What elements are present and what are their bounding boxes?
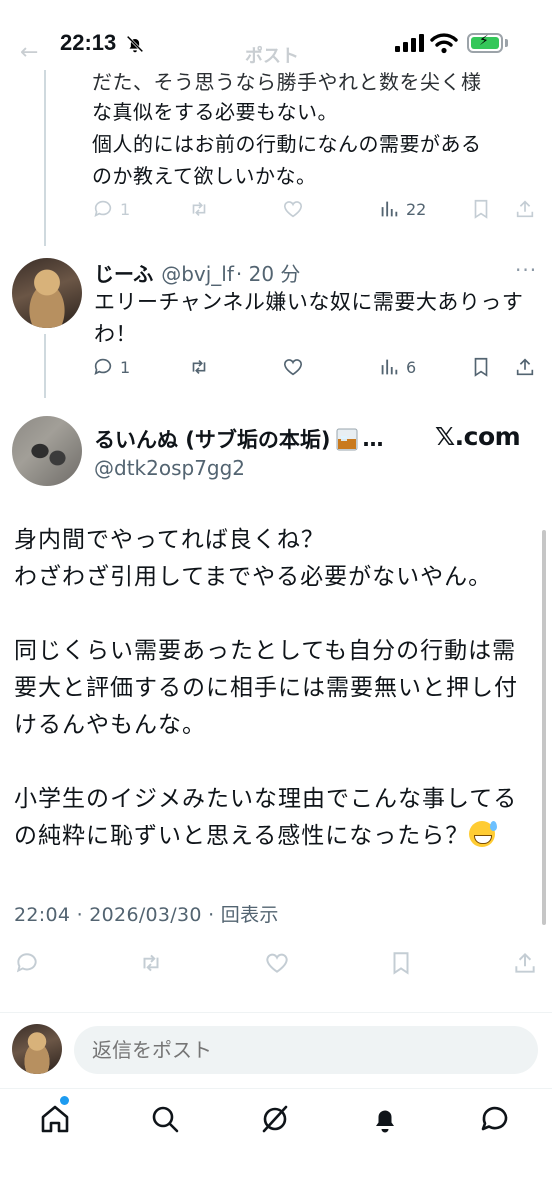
post-time: · 20 分 (235, 262, 301, 286)
share-icon (516, 200, 534, 218)
parent-tweet-line-0: だた、そう思うなら勝手やれと数を尖く様 (92, 70, 482, 94)
reply-tweet-header: じーふ @bvj_lf · 20 分 (94, 258, 300, 287)
parent-tweet-line-1: な真似をする必要もない。 (92, 100, 338, 124)
reply-icon (16, 953, 37, 973)
bookmark-button[interactable] (470, 198, 492, 220)
main-tweet-line: の純粋に恥ずいと思える感性になったら？ (14, 823, 470, 849)
grinning-sweat-emoji-icon (469, 821, 498, 847)
views-chart-icon (381, 201, 398, 217)
user-handle[interactable]: @bvj_lf (161, 262, 234, 286)
reply-icon (94, 358, 112, 375)
share-button[interactable] (514, 198, 536, 220)
bookmark-button[interactable] (470, 356, 492, 378)
user-handle[interactable]: @dtk2osp7gg2 (94, 456, 245, 480)
header-title: ポスト (245, 46, 299, 67)
heart-icon (283, 359, 303, 376)
reply-button[interactable]: 1 (92, 356, 130, 378)
name-ellipsis: … (362, 427, 384, 451)
reply-icon (94, 200, 112, 217)
like-button[interactable] (264, 950, 290, 976)
tab-messages[interactable] (478, 1102, 512, 1136)
tab-notifications[interactable] (368, 1102, 402, 1136)
main-tweet-line: 同じくらい需要あったとしても自分の行動は需 (14, 638, 517, 664)
repost-button[interactable] (188, 198, 210, 220)
main-tweet-line: 身内間でやってれば良くね？ (14, 527, 325, 553)
parent-tweet-actions: 1 22 (92, 198, 540, 228)
reply-button[interactable] (14, 950, 40, 976)
thread-line-top (44, 70, 46, 246)
avatar[interactable] (12, 416, 82, 486)
reply-tweet-text: エリーチャンネル嫌いな奴に需要大ありっすわ！ (94, 290, 524, 346)
thread-line-mid (44, 334, 46, 398)
main-tweet-line: 要大と評価するのに相手には需要無いと押し付 (14, 675, 518, 701)
share-icon (515, 952, 535, 973)
grok-icon (262, 1105, 288, 1133)
reply-count: 1 (120, 357, 131, 377)
repost-icon (192, 359, 206, 375)
main-tweet-line (14, 596, 534, 633)
main-tweet-actions (14, 950, 538, 980)
scrollbar[interactable] (542, 530, 546, 925)
views-button[interactable]: 6 (378, 356, 416, 378)
like-button[interactable] (282, 198, 304, 220)
display-name: るいんぬ (サブ垢の本垢) (94, 428, 331, 452)
main-tweet-line (14, 744, 534, 781)
share-button[interactable] (514, 356, 536, 378)
reply-count: 1 (120, 199, 131, 219)
views-count: 6 (406, 357, 417, 377)
main-tweet-line: 小学生のイジメみたいな理由でこんな事してる (14, 786, 518, 812)
repost-button[interactable] (138, 950, 164, 976)
bookmark-icon (393, 952, 409, 975)
more-icon[interactable]: ··· (515, 258, 537, 282)
post-meta: 22:04 · 2026/03/30 · 回表示 (14, 904, 279, 926)
wifi-icon (430, 33, 458, 54)
battery-icon (467, 33, 503, 53)
share-button[interactable] (512, 950, 538, 976)
divider (0, 1012, 552, 1013)
views-count: 22 (406, 199, 427, 219)
bell-muted-icon (126, 35, 144, 53)
heart-icon (266, 953, 288, 973)
parent-tweet-line-3: のか教えて欲しいかな。 (92, 164, 317, 188)
main-tweet-line: けるんやもんな。 (14, 712, 206, 738)
battery-cap (505, 39, 508, 47)
bookmark-button[interactable] (388, 950, 414, 976)
avatar[interactable] (12, 258, 82, 328)
whisky-glass-icon (335, 426, 359, 452)
tab-home[interactable] (38, 1102, 72, 1136)
back-arrow-icon[interactable]: ← (20, 40, 38, 65)
main-tweet-last-line: の純粋に恥ずいと思える感性になったら？ (14, 818, 534, 855)
tab-bar (0, 1090, 552, 1150)
search-icon (152, 1106, 179, 1133)
notification-dot (60, 1096, 69, 1105)
repost-icon (143, 954, 159, 972)
tab-grok[interactable] (258, 1102, 292, 1136)
cellular-signal-icon (395, 34, 424, 52)
views-button[interactable]: 22 (378, 198, 426, 220)
reply-button[interactable]: 1 (92, 198, 130, 220)
messages-icon (481, 1106, 508, 1131)
main-tweet-body: 身内間でやってれば良くね？ わざわざ引用してまでやる必要がないやん。 同じくらい… (14, 522, 534, 855)
bookmark-icon (474, 357, 488, 377)
reply-tweet-actions: 1 6 (92, 356, 540, 386)
bell-icon (376, 1110, 394, 1133)
display-name[interactable]: じーふ (94, 258, 153, 287)
parent-tweet-line-2: 個人的にはお前の行動になんの需要がある (92, 132, 482, 156)
like-button[interactable] (282, 356, 304, 378)
home-icon (41, 1105, 69, 1133)
share-icon (516, 358, 534, 376)
reply-input[interactable] (74, 1026, 538, 1074)
x-watermark: 𝕏.com (435, 422, 521, 451)
repost-button[interactable] (188, 356, 210, 378)
avatar[interactable] (12, 1024, 62, 1074)
repost-icon (192, 201, 206, 217)
divider (0, 1088, 552, 1089)
views-chart-icon (381, 359, 398, 375)
main-tweet-name-row[interactable]: るいんぬ (サブ垢の本垢) … (94, 424, 384, 454)
status-time: 22:13 (60, 30, 117, 55)
main-tweet-line: わざわざ引用してまでやる必要がないやん。 (14, 564, 493, 590)
tab-search[interactable] (148, 1102, 182, 1136)
heart-icon (283, 201, 303, 218)
bookmark-icon (474, 199, 488, 219)
